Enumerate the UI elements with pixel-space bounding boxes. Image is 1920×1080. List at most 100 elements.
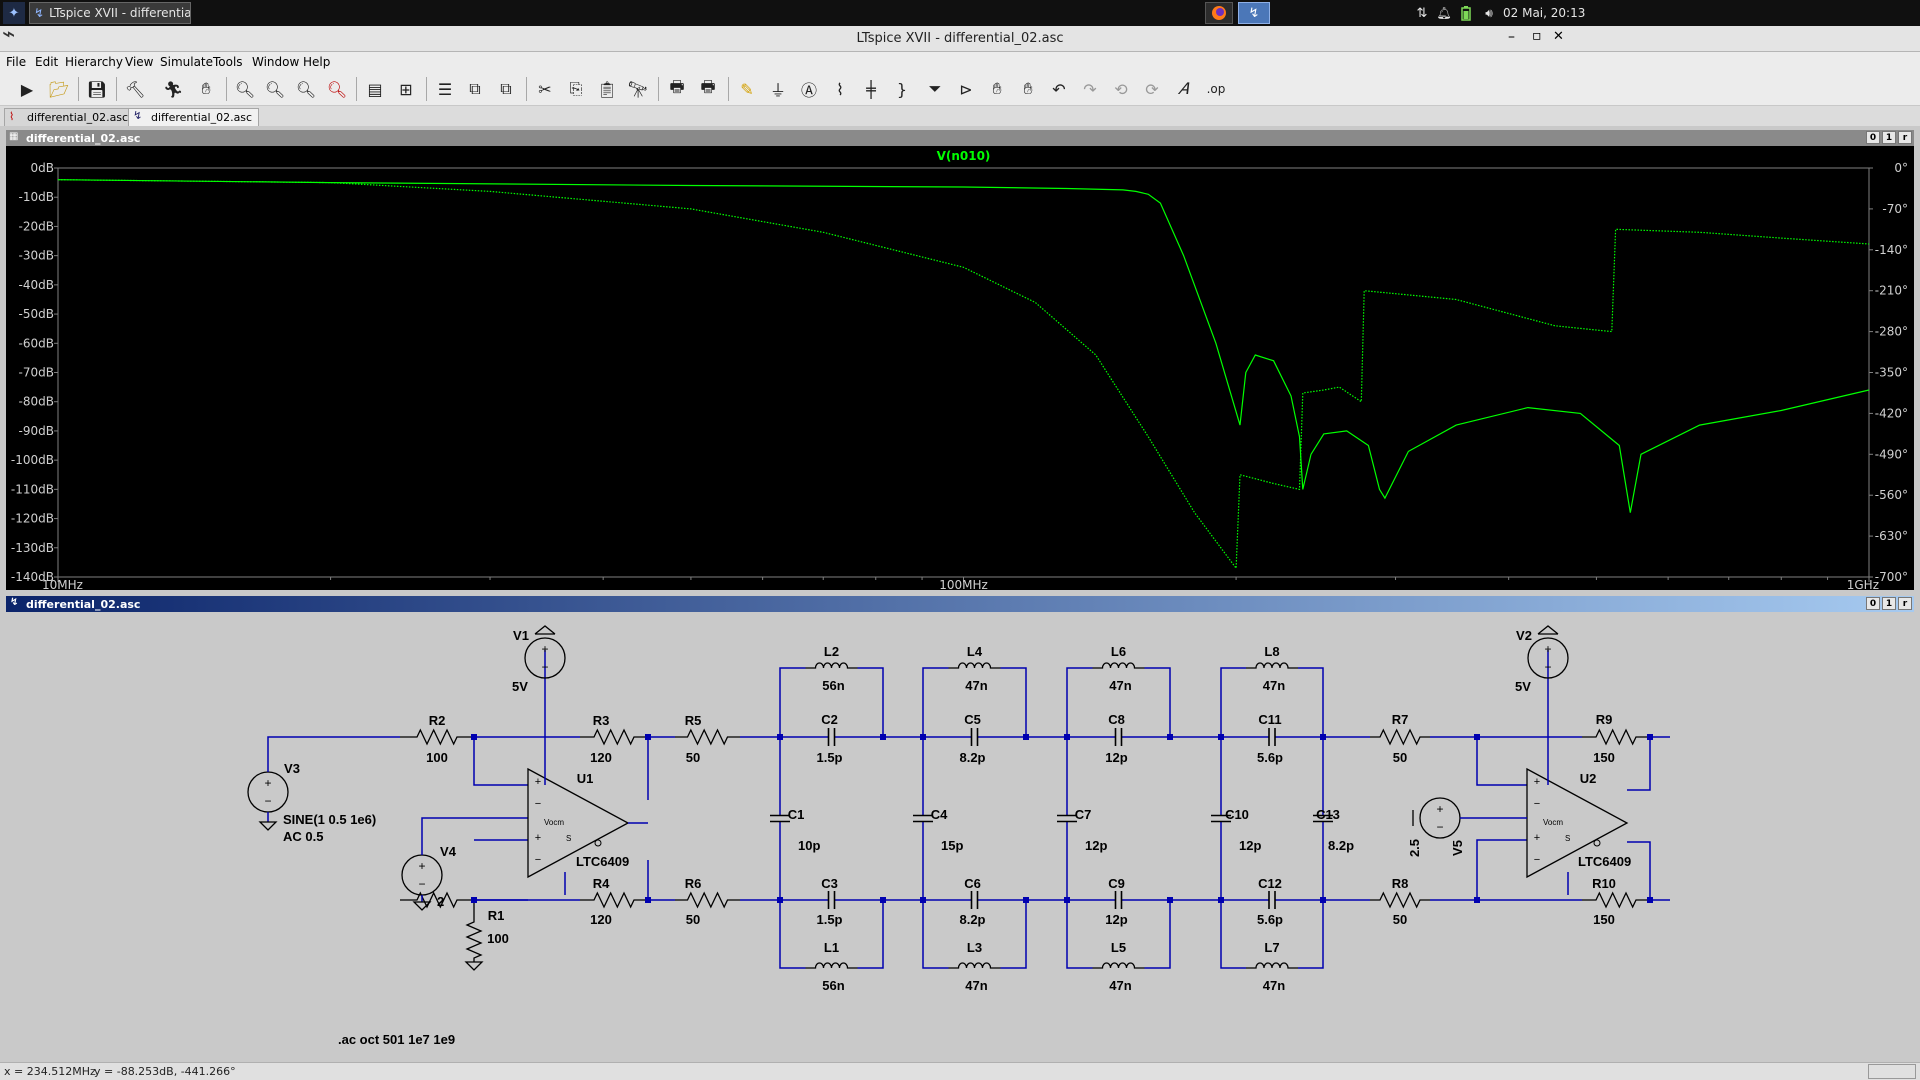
resistor[interactable]	[1582, 728, 1650, 746]
cascade-icon[interactable]: ⧉	[462, 77, 488, 101]
capacitor-icon[interactable]: ╪	[858, 77, 884, 101]
find-icon[interactable]: 🔭︎	[625, 77, 651, 101]
plot-pane[interactable]: V(n010) 0dB -10dB -20dB -30dB -40dB -50dB -60dB…	[6, 146, 1914, 590]
plot-restore-button[interactable]: 1	[1882, 131, 1896, 144]
resistor[interactable]	[465, 900, 483, 962]
menu-file[interactable]: File	[6, 55, 26, 69]
run-icon[interactable]: 🏃︎	[160, 77, 186, 101]
draw-wire-icon[interactable]: ✎	[734, 77, 760, 101]
capacitor[interactable]	[780, 891, 883, 909]
inductor[interactable]	[805, 962, 858, 969]
menu-edit[interactable]: Edit	[35, 55, 58, 69]
schematic-canvas[interactable]: + − V3 SINE(1 0.5 1e6) AC 0.5 R2 100 R3 120 R1 100…	[6, 612, 1914, 1058]
resistor[interactable]	[580, 728, 648, 746]
inductor[interactable]	[1092, 662, 1145, 669]
opamp-minus-in: −	[1534, 798, 1540, 810]
plot-minimize-button[interactable]: 0	[1866, 131, 1880, 144]
print-icon[interactable]: 🖶︎	[664, 77, 690, 101]
grid-icon[interactable]: ⊞	[393, 77, 419, 101]
spice-directive-icon[interactable]: .op	[1203, 77, 1229, 101]
schematic-restore-button[interactable]: 1	[1882, 597, 1896, 610]
resistor[interactable]	[400, 728, 474, 746]
resistor[interactable]	[580, 891, 648, 909]
capacitor[interactable]	[1067, 891, 1170, 909]
autorange-icon[interactable]: ▤	[362, 77, 388, 101]
tab-schematic[interactable]: ↯ differential_02.asc	[128, 108, 260, 126]
mirror-icon[interactable]: ⟳	[1139, 77, 1165, 101]
wire	[1430, 736, 1527, 786]
drag-icon[interactable]: ✋︎	[1015, 77, 1041, 101]
diode-icon[interactable]: ⏷	[922, 77, 948, 101]
capacitor[interactable]	[780, 728, 883, 746]
inductor[interactable]	[1246, 962, 1298, 969]
menu-simulate[interactable]: Simulate	[160, 55, 213, 69]
capacitor[interactable]	[923, 891, 1026, 909]
zoom-in-icon[interactable]: 🔍︎	[232, 77, 258, 101]
menu-tools[interactable]: Tools	[213, 55, 243, 69]
taskbar-task-button[interactable]: ↯ LTspice XVII - differential_02...	[29, 2, 191, 24]
ref-r7: R7	[1392, 712, 1409, 727]
minimize-button[interactable]: –	[1508, 29, 1515, 45]
plot-close-button[interactable]: r	[1898, 131, 1912, 144]
maximize-button[interactable]: ▫	[1532, 28, 1542, 44]
rotate-icon[interactable]: ⟲	[1108, 77, 1134, 101]
tab-plot[interactable]: ⌇ differential_02.asc	[4, 108, 136, 126]
value-v3: SINE(1 0.5 1e6)	[283, 812, 376, 827]
resistor[interactable]	[1370, 728, 1430, 746]
ltspice-task-icon[interactable]: ↯	[1238, 2, 1270, 24]
network-icon[interactable]: ⇅	[1414, 2, 1430, 24]
component-icon[interactable]: ⊳	[953, 77, 979, 101]
schematic-close-button[interactable]: r	[1898, 597, 1912, 610]
move-icon[interactable]: ✋︎	[984, 77, 1010, 101]
menu-window[interactable]: Window	[252, 55, 299, 69]
inductor[interactable]	[805, 662, 858, 669]
menu-view[interactable]: View	[125, 55, 153, 69]
cut-icon[interactable]: ✂	[532, 77, 558, 101]
capacitor[interactable]	[1067, 728, 1170, 746]
open-icon[interactable]: 📂︎	[46, 77, 72, 101]
menu-help[interactable]: Help	[303, 55, 330, 69]
halt-icon[interactable]: ✋︎	[193, 77, 219, 101]
inductor[interactable]	[1246, 662, 1298, 669]
capacitor[interactable]	[923, 728, 1026, 746]
close-button[interactable]: ✕	[1553, 29, 1564, 44]
redo-icon[interactable]: ↷	[1077, 77, 1103, 101]
ground-icon[interactable]: ⏚	[765, 77, 791, 101]
inductor-icon[interactable]: }	[889, 77, 915, 101]
paste-icon[interactable]: 📋︎	[594, 77, 620, 101]
save-icon[interactable]: 💾︎	[84, 77, 110, 101]
capacitor[interactable]	[1221, 728, 1323, 746]
pan-icon[interactable]: 🔍︎	[262, 77, 288, 101]
text-icon[interactable]: 𝐴	[1170, 77, 1196, 101]
resistor[interactable]	[675, 891, 740, 909]
inductor[interactable]	[948, 962, 1001, 969]
clock[interactable]: 02 Mai, 20:13	[1503, 2, 1618, 24]
resistor[interactable]	[675, 728, 740, 746]
inductor[interactable]	[1092, 962, 1145, 969]
notification-bell-icon[interactable]: 🔔︎	[1436, 2, 1452, 24]
zoom-out-icon[interactable]: 🔍︎	[293, 77, 319, 101]
trace-name-label[interactable]: V(n010)	[937, 149, 991, 163]
copy-icon[interactable]: ⎘	[563, 77, 589, 101]
schematic-minimize-button[interactable]: 0	[1866, 597, 1880, 610]
resistor-body	[1370, 891, 1430, 909]
menu-hierarchy[interactable]: Hierarchy	[65, 55, 123, 69]
tile-vertical-icon[interactable]: ⧉	[493, 77, 519, 101]
zoom-fit-icon[interactable]: 🔍︎	[324, 77, 350, 101]
resistor[interactable]	[1582, 891, 1650, 909]
firefox-icon[interactable]	[1205, 2, 1233, 24]
battery-icon[interactable]	[1458, 2, 1474, 24]
undo-icon[interactable]: ↶	[1046, 77, 1072, 101]
tile-horizontal-icon[interactable]: ☰	[432, 77, 458, 101]
inductor[interactable]	[948, 662, 1001, 669]
new-schematic-icon[interactable]: ▶	[14, 77, 40, 101]
capacitor[interactable]	[1221, 891, 1323, 909]
label-net-icon[interactable]: Ⓐ	[796, 77, 822, 101]
print-setup-icon[interactable]: 🖶︎	[695, 77, 721, 101]
app-menu-icon[interactable]: ✦	[3, 2, 25, 24]
wire	[1144, 667, 1171, 737]
resistor-icon[interactable]: ⌇	[827, 77, 853, 101]
volume-icon[interactable]: 🔊︎	[1478, 2, 1500, 24]
control-panel-icon[interactable]: 🔨︎	[122, 77, 148, 101]
resistor[interactable]	[1370, 891, 1430, 909]
